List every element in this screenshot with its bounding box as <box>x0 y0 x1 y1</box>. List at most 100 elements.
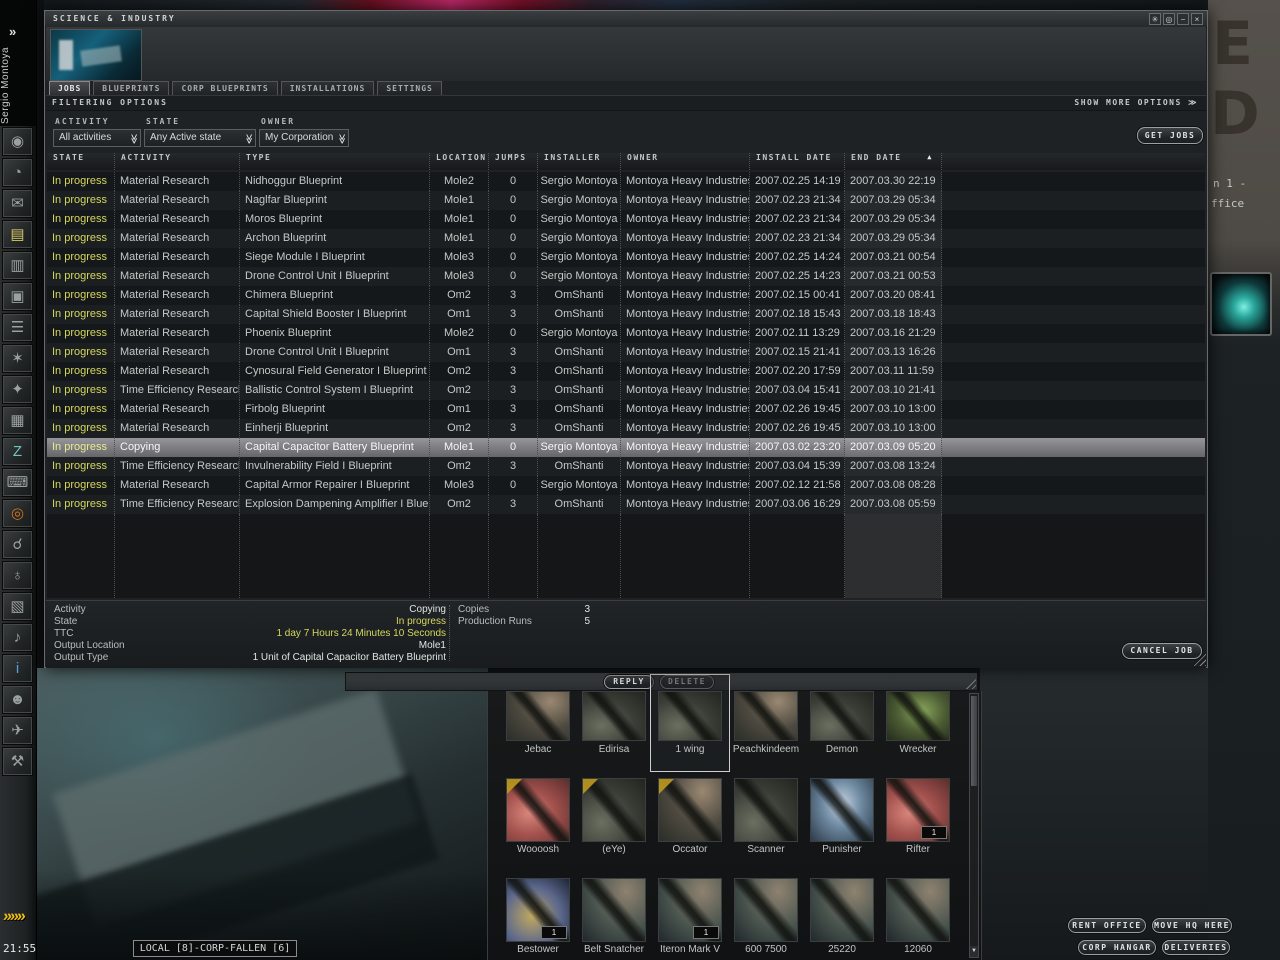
ship-thumbnail-occator[interactable] <box>658 778 722 842</box>
ship-thumbnail--eye-[interactable] <box>582 778 646 842</box>
neocom-ships-icon[interactable]: ✈ <box>2 716 33 745</box>
table-row[interactable]: In progress Material Research Archon Bluep… <box>47 229 1205 248</box>
neocom-jukebox-icon[interactable]: ♪ <box>2 623 33 652</box>
cell-location: Mole1 <box>430 191 489 210</box>
neocom-info-icon[interactable]: i <box>2 654 33 683</box>
close-icon[interactable]: × <box>1191 13 1203 25</box>
cell-jumps: 0 <box>489 229 538 248</box>
neocom-map-icon[interactable]: ✶ <box>2 344 33 373</box>
ship-thumbnail-peachkindeem[interactable] <box>734 691 798 741</box>
scroll-down-icon[interactable]: ▼ <box>970 946 978 957</box>
neocom-assets-icon[interactable]: ▦ <box>2 406 33 435</box>
tab-jobs[interactable]: JOBS <box>49 81 91 95</box>
show-more-options-link[interactable]: SHOW MORE OPTIONS ≫ <box>1074 98 1198 107</box>
ship-thumbnail-25220[interactable] <box>810 878 874 942</box>
tab-blueprints[interactable]: BLUEPRINTS <box>93 81 170 95</box>
table-row[interactable]: In progress Material Research Capital Shie… <box>47 305 1205 324</box>
column-header-activity[interactable]: ACTIVITY <box>115 153 240 170</box>
table-row[interactable]: In progress Time Efficiency Research Invul… <box>47 457 1205 476</box>
table-row[interactable]: In progress Material Research Moros Bluepr… <box>47 210 1205 229</box>
neocom-browser-icon[interactable]: ♁ <box>2 561 33 590</box>
table-row[interactable]: In progress Material Research Einherji Blu… <box>47 419 1205 438</box>
table-row[interactable]: In progress Material Research Capital Armo… <box>47 476 1205 495</box>
corp-hangar-button[interactable]: CORP HANGAR <box>1078 940 1156 955</box>
ship-thumbnail-punisher[interactable] <box>810 778 874 842</box>
chat-tab-local[interactable]: LOCAL [8]-CORP-FALLEN [6] <box>133 940 297 957</box>
neocom-notepad-icon[interactable]: ▤ <box>2 220 33 249</box>
table-row[interactable]: In progress Time Efficiency Research Explo… <box>47 495 1205 514</box>
neocom-repairshop-icon[interactable]: ⚒ <box>2 747 33 776</box>
column-header-owner[interactable]: OWNER <box>621 153 750 170</box>
tab-corp-blueprints[interactable]: CORP BLUEPRINTS <box>172 81 278 95</box>
neocom-portrait-icon[interactable]: ☻ <box>2 685 33 714</box>
column-header-install_date[interactable]: INSTALL DATE <box>750 153 845 170</box>
table-row[interactable]: In progress Material Research Cynosural Fi… <box>47 362 1205 381</box>
ship-thumbnail-12060[interactable] <box>886 878 950 942</box>
ship-thumbnail-demon[interactable] <box>810 691 874 741</box>
table-row[interactable]: In progress Material Research Phoenix Blue… <box>47 324 1205 343</box>
neocom-people-places-icon[interactable]: ◔ <box>2 158 33 187</box>
table-row[interactable]: In progress Material Research Nidhoggur Bl… <box>47 172 1205 191</box>
deliveries-button[interactable]: DELIVERIES <box>1162 940 1230 955</box>
table-row[interactable]: In progress Material Research Naglfar Blue… <box>47 191 1205 210</box>
filter-dropdown-owner[interactable]: My Corporation ≫ <box>259 129 349 147</box>
ship-thumbnail-belt-snatcher[interactable] <box>582 878 646 942</box>
move-hq-here-button[interactable]: MOVE HQ HERE <box>1152 918 1232 933</box>
neocom-mail-icon[interactable]: ✉ <box>2 189 33 218</box>
neocom-market-icon[interactable]: ▥ <box>2 251 33 280</box>
cancel-job-button[interactable]: CANCEL JOB <box>1122 643 1202 659</box>
column-header-location[interactable]: LOCATION <box>430 153 489 170</box>
neocom-help-icon[interactable]: ◎ <box>2 499 33 528</box>
table-row[interactable]: In progress Time Efficiency Research Balli… <box>47 381 1205 400</box>
ship-thumbnail-rifter[interactable]: 1 <box>886 778 950 842</box>
neocom-wallet-icon[interactable]: Z <box>2 437 33 466</box>
expand-arrow-icon[interactable]: » <box>9 24 16 39</box>
neocom-starmap-icon[interactable]: ✦ <box>2 375 33 404</box>
table-row[interactable]: In progress Material Research Drone Contro… <box>47 267 1205 286</box>
neocom-journal-icon[interactable]: ▧ <box>2 592 33 621</box>
neocom-sales-icon[interactable]: ▣ <box>2 282 33 311</box>
column-header-type[interactable]: TYPE <box>240 153 430 170</box>
column-header-end_date[interactable]: END DATE ▲ <box>845 153 942 170</box>
neocom-chevrons-icon[interactable]: »»» <box>2 908 25 926</box>
ship-thumbnail-woooosh[interactable] <box>506 778 570 842</box>
ship-thumbnail-wrecker[interactable] <box>886 691 950 741</box>
ship-thumbnail-jebac[interactable] <box>506 691 570 741</box>
tab-installations[interactable]: INSTALLATIONS <box>280 81 375 95</box>
hangar-scrollbar[interactable]: ▼ <box>969 693 979 958</box>
rent-office-button[interactable]: RENT OFFICE <box>1068 918 1146 933</box>
ship-thumbnail-edirisa[interactable] <box>582 691 646 741</box>
cell-type: Archon Blueprint <box>240 229 430 248</box>
ship-thumbnail-bestower[interactable]: 1 <box>506 878 570 942</box>
neocom-calculator-icon[interactable]: ⌨ <box>2 468 33 497</box>
column-header-installer[interactable]: INSTALLER <box>538 153 621 170</box>
column-header-state[interactable]: STATE <box>47 153 115 170</box>
table-row[interactable]: In progress Material Research Firbolg Blue… <box>47 400 1205 419</box>
cell-owner: Montoya Heavy Industries <box>621 419 750 438</box>
ship-thumbnail-iteron-mark-v[interactable]: 1 <box>658 878 722 942</box>
table-row[interactable]: In progress Material Research Siege Module… <box>47 248 1205 267</box>
window-titlebar[interactable]: SCIENCE & INDUSTRY ✳ ◎ − × <box>45 11 1207 28</box>
cell-installer: OmShanti <box>538 419 621 438</box>
reply-button[interactable]: REPLY <box>604 675 654 689</box>
table-row[interactable]: In progress Material Research Chimera Blue… <box>47 286 1205 305</box>
table-row[interactable]: In progress Copying Capital Capacitor Batt… <box>47 438 1205 457</box>
neocom-people-icon[interactable]: ☌ <box>2 530 33 559</box>
ship-thumbnail-1-wing[interactable] <box>658 691 722 741</box>
column-header-jumps[interactable]: JUMPS <box>489 153 538 170</box>
station-service-icon[interactable] <box>1210 272 1272 336</box>
table-row[interactable]: In progress Material Research Drone Contro… <box>47 343 1205 362</box>
get-jobs-button[interactable]: GET JOBS <box>1137 127 1203 144</box>
pin-icon[interactable]: ✳ <box>1149 13 1161 25</box>
scrollbar-thumb[interactable] <box>971 696 977 786</box>
neocom-news-icon[interactable]: ☰ <box>2 313 33 342</box>
ship-thumbnail-600-7500[interactable] <box>734 878 798 942</box>
ship-thumbnail-scanner[interactable] <box>734 778 798 842</box>
tab-settings[interactable]: SETTINGS <box>377 81 442 95</box>
filter-dropdown-state[interactable]: Any Active state ≫ <box>144 129 256 147</box>
filter-dropdown-activity[interactable]: All activities ≫ <box>53 129 141 147</box>
compact-icon[interactable]: ◎ <box>1163 13 1175 25</box>
minimize-icon[interactable]: − <box>1177 13 1189 25</box>
resize-grip[interactable] <box>966 679 976 689</box>
neocom-character-icon[interactable]: ◉ <box>2 127 33 156</box>
